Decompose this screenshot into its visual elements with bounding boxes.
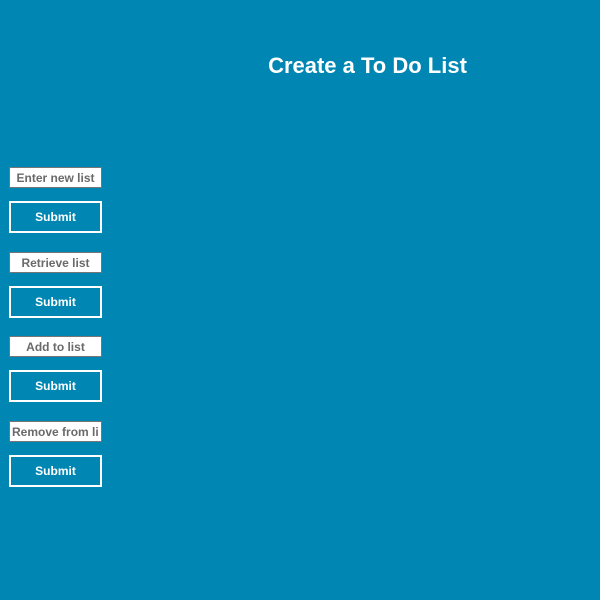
retrieve-list-submit-button[interactable]: Submit — [9, 286, 102, 318]
add-to-list-submit-button[interactable]: Submit — [9, 370, 102, 402]
page-title: Create a To Do List — [268, 53, 467, 78]
retrieve-list-input[interactable] — [9, 252, 102, 273]
add-to-list-form: Submit — [9, 336, 102, 402]
new-list-form: Submit — [9, 167, 102, 233]
remove-from-list-form: Submit — [9, 421, 102, 487]
remove-from-list-submit-button[interactable]: Submit — [9, 455, 102, 487]
new-list-submit-button[interactable]: Submit — [9, 201, 102, 233]
remove-from-list-input[interactable] — [9, 421, 102, 442]
retrieve-list-form: Submit — [9, 252, 102, 318]
add-to-list-input[interactable] — [9, 336, 102, 357]
new-list-input[interactable] — [9, 167, 102, 188]
